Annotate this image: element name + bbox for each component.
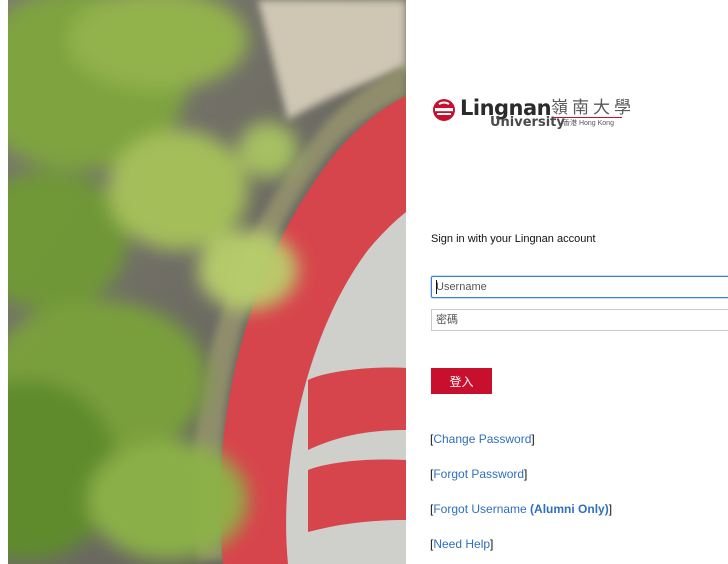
- forgot-password-link[interactable]: Forgot Password: [433, 467, 524, 481]
- bracket-close: ]: [490, 537, 494, 551]
- password-input[interactable]: [431, 309, 728, 331]
- bracket-close: ]: [524, 467, 528, 481]
- logo-hong-kong: 香港 Hong Kong: [563, 120, 614, 127]
- sign-in-heading: Sign in with your Lingnan account: [431, 233, 596, 245]
- username-input[interactable]: [431, 276, 728, 298]
- forgot-username-label: Forgot Username: [433, 502, 531, 516]
- lingnan-emblem-icon: [433, 99, 455, 121]
- login-page: Lingnan 嶺南大學 University 香港 Hong Kong Sig…: [0, 0, 728, 564]
- forgot-password-row: [Forgot Password]: [430, 467, 527, 481]
- bracket-close: ]: [531, 432, 535, 446]
- login-button[interactable]: 登入: [431, 368, 492, 394]
- forgot-username-row: [Forgot Username (Alumni Only)]: [430, 502, 612, 516]
- alumni-only-label: (Alumni Only): [530, 502, 609, 516]
- campus-photo: [8, 0, 406, 564]
- lingnan-logo: Lingnan 嶺南大學 University 香港 Hong Kong: [432, 96, 652, 136]
- change-password-row: [Change Password]: [430, 432, 535, 446]
- need-help-row: [Need Help]: [430, 537, 493, 551]
- need-help-link[interactable]: Need Help: [433, 537, 490, 551]
- logo-university: University: [490, 115, 565, 130]
- text-caret: [436, 280, 437, 294]
- forgot-username-link[interactable]: Forgot Username (Alumni Only): [433, 502, 608, 516]
- bracket-close: ]: [608, 502, 613, 516]
- change-password-link[interactable]: Change Password: [433, 432, 531, 446]
